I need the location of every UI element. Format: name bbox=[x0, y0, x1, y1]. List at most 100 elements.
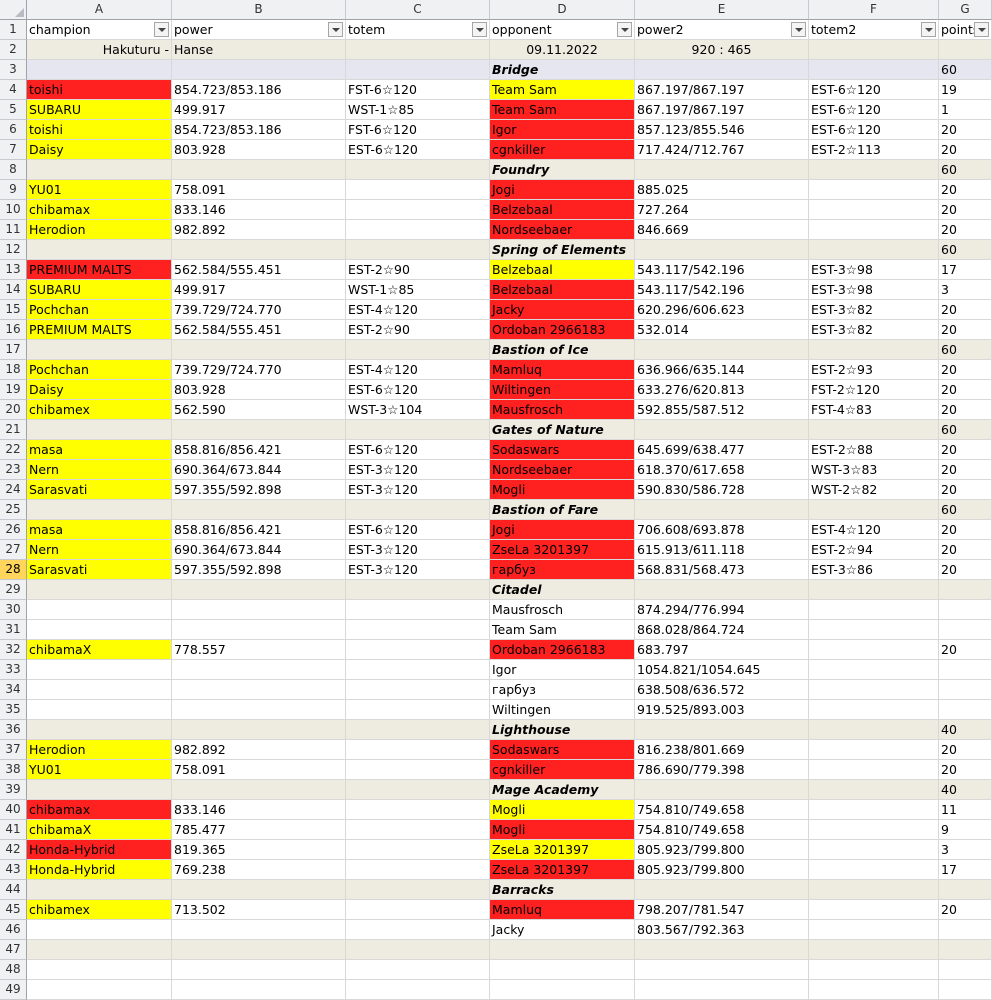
cell-c[interactable] bbox=[346, 600, 490, 620]
cell-a[interactable]: Daisy bbox=[27, 380, 172, 400]
cell-f[interactable] bbox=[809, 620, 939, 640]
cell-f[interactable]: EST-2☆88 bbox=[809, 440, 939, 460]
cell-b[interactable] bbox=[172, 160, 346, 180]
cell-b[interactable] bbox=[172, 660, 346, 680]
cell-a[interactable]: chibamax bbox=[27, 200, 172, 220]
cell-g[interactable]: 20 bbox=[939, 480, 992, 500]
cell-e[interactable] bbox=[635, 980, 809, 1000]
cell-c[interactable]: EST-6☆120 bbox=[346, 380, 490, 400]
cell-a[interactable] bbox=[27, 940, 172, 960]
cell-f[interactable] bbox=[809, 800, 939, 820]
cell-e[interactable] bbox=[635, 780, 809, 800]
cell-b[interactable] bbox=[172, 620, 346, 640]
section-title-cell[interactable]: Citadel bbox=[490, 580, 635, 600]
cell-b[interactable]: 833.146 bbox=[172, 800, 346, 820]
section-title-cell[interactable]: Bastion of Ice bbox=[490, 340, 635, 360]
cell-g[interactable] bbox=[939, 680, 992, 700]
cell-g[interactable]: 20 bbox=[939, 180, 992, 200]
cell-g[interactable]: 20 bbox=[939, 460, 992, 480]
cell-f[interactable] bbox=[809, 720, 939, 740]
row-header[interactable]: 10 bbox=[0, 200, 27, 220]
cell-c[interactable] bbox=[346, 640, 490, 660]
cell-f[interactable] bbox=[809, 840, 939, 860]
cell-b[interactable] bbox=[172, 700, 346, 720]
cell-f[interactable]: EST-6☆120 bbox=[809, 100, 939, 120]
cell-b[interactable] bbox=[172, 880, 346, 900]
cell-e[interactable] bbox=[635, 420, 809, 440]
cell-d[interactable]: Jogi bbox=[490, 520, 635, 540]
cell-c[interactable] bbox=[346, 660, 490, 680]
cell-a[interactable] bbox=[27, 720, 172, 740]
cell-g[interactable]: 19 bbox=[939, 80, 992, 100]
cell-f[interactable] bbox=[809, 780, 939, 800]
cell-c[interactable] bbox=[346, 800, 490, 820]
row-header[interactable]: 22 bbox=[0, 440, 27, 460]
cell-b[interactable]: 597.355/592.898 bbox=[172, 480, 346, 500]
cell-a[interactable] bbox=[27, 160, 172, 180]
cell-d[interactable]: ZseLa 3201397 bbox=[490, 860, 635, 880]
cell-c[interactable]: EST-6☆120 bbox=[346, 520, 490, 540]
header-cell-totem2[interactable]: totem2 bbox=[809, 20, 939, 40]
cell-c[interactable]: WST-3☆104 bbox=[346, 400, 490, 420]
cell-f[interactable] bbox=[809, 940, 939, 960]
cell-g[interactable] bbox=[939, 580, 992, 600]
cell-a[interactable] bbox=[27, 600, 172, 620]
cell-d[interactable]: Igor bbox=[490, 660, 635, 680]
cell-d[interactable]: Belzebaal bbox=[490, 280, 635, 300]
cell-a[interactable] bbox=[27, 680, 172, 700]
cell-a[interactable]: toishi bbox=[27, 120, 172, 140]
row-header[interactable]: 39 bbox=[0, 780, 27, 800]
cell-g[interactable]: 20 bbox=[939, 760, 992, 780]
header-cell-power2[interactable]: power2 bbox=[635, 20, 809, 40]
section-title-cell[interactable]: Foundry bbox=[490, 160, 635, 180]
cell-g[interactable] bbox=[939, 920, 992, 940]
section-title-cell[interactable]: Mage Academy bbox=[490, 780, 635, 800]
cell-a[interactable] bbox=[27, 700, 172, 720]
cell-g[interactable] bbox=[939, 600, 992, 620]
cell-a[interactable]: chibamex bbox=[27, 400, 172, 420]
row-header[interactable]: 31 bbox=[0, 620, 27, 640]
cell-a[interactable]: YU01 bbox=[27, 180, 172, 200]
cell-a[interactable]: Honda-Hybrid bbox=[27, 840, 172, 860]
row-header[interactable]: 36 bbox=[0, 720, 27, 740]
row-header[interactable]: 4 bbox=[0, 80, 27, 100]
cell-a[interactable]: Pochchan bbox=[27, 300, 172, 320]
row-header[interactable]: 1 bbox=[0, 20, 27, 40]
row-header[interactable]: 35 bbox=[0, 700, 27, 720]
cell-g[interactable]: 60 bbox=[939, 500, 992, 520]
cell-f[interactable] bbox=[809, 160, 939, 180]
cell-c[interactable]: EST-2☆90 bbox=[346, 260, 490, 280]
cell-f[interactable]: WST-2☆82 bbox=[809, 480, 939, 500]
cell-f[interactable] bbox=[809, 740, 939, 760]
cell-b[interactable]: 854.723/853.186 bbox=[172, 120, 346, 140]
cell-a[interactable]: Pochchan bbox=[27, 360, 172, 380]
cell-c[interactable]: EST-3☆120 bbox=[346, 540, 490, 560]
cell-e[interactable]: 846.669 bbox=[635, 220, 809, 240]
cell-c[interactable] bbox=[346, 580, 490, 600]
cell-a[interactable] bbox=[27, 580, 172, 600]
cell-c[interactable] bbox=[346, 720, 490, 740]
cell-a[interactable]: Hakuturu - bbox=[27, 40, 172, 60]
row-header[interactable]: 15 bbox=[0, 300, 27, 320]
cell-a[interactable]: masa bbox=[27, 440, 172, 460]
cell-d[interactable]: Jogi bbox=[490, 180, 635, 200]
cell-d[interactable] bbox=[490, 960, 635, 980]
cell-f[interactable] bbox=[809, 640, 939, 660]
cell-b[interactable]: 499.917 bbox=[172, 280, 346, 300]
row-header[interactable]: 16 bbox=[0, 320, 27, 340]
cell-b[interactable]: 785.477 bbox=[172, 820, 346, 840]
row-header[interactable]: 20 bbox=[0, 400, 27, 420]
cell-g[interactable]: 3 bbox=[939, 280, 992, 300]
cell-c[interactable] bbox=[346, 780, 490, 800]
cell-d[interactable]: Mogli bbox=[490, 800, 635, 820]
cell-d[interactable]: Belzebaal bbox=[490, 200, 635, 220]
cell-d[interactable]: 09.11.2022 bbox=[490, 40, 635, 60]
filter-dropdown-icon[interactable] bbox=[974, 22, 989, 37]
cell-b[interactable] bbox=[172, 960, 346, 980]
cell-g[interactable]: 1 bbox=[939, 100, 992, 120]
cell-f[interactable]: EST-3☆98 bbox=[809, 260, 939, 280]
cell-d[interactable]: Team Sam bbox=[490, 100, 635, 120]
cell-e[interactable]: 620.296/606.623 bbox=[635, 300, 809, 320]
cell-b[interactable]: 858.816/856.421 bbox=[172, 440, 346, 460]
cell-a[interactable]: Herodion bbox=[27, 220, 172, 240]
